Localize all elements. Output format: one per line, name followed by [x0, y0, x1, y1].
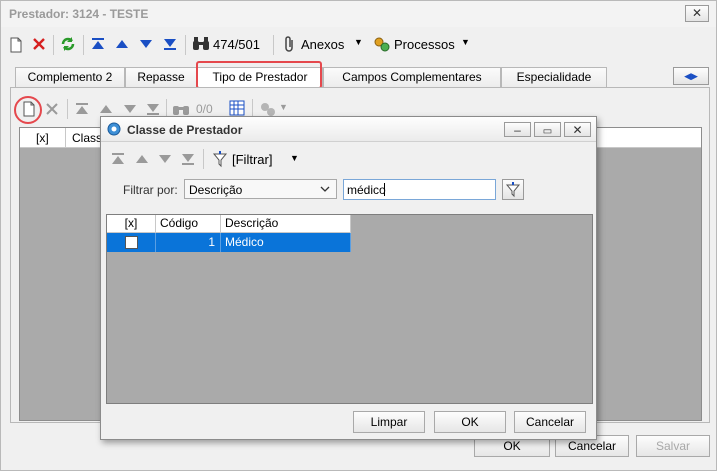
next-record-icon[interactable] [158, 153, 172, 165]
last-record-icon[interactable] [146, 102, 160, 116]
toolbar-separator [83, 35, 84, 55]
dropdown-arrow-icon: ▼ [461, 37, 470, 47]
inner-record-counter: 0/0 [196, 102, 213, 116]
first-record-icon[interactable] [75, 102, 89, 116]
row-codigo[interactable]: 1 [156, 233, 221, 252]
toolbar-separator [53, 35, 54, 55]
prev-record-icon[interactable] [115, 38, 129, 50]
last-record-icon[interactable] [181, 152, 195, 166]
filter-icon [212, 151, 228, 168]
paperclip-icon [285, 36, 293, 52]
binoculars-icon[interactable] [192, 36, 210, 52]
window-title: Prestador: 3124 - TESTE [9, 7, 149, 21]
row-checkbox-cell[interactable] [107, 233, 156, 252]
anexos-menu-button[interactable]: Anexos ▼ [281, 33, 367, 55]
prev-record-icon[interactable] [135, 153, 149, 165]
dialog-ok-button[interactable]: OK [434, 411, 506, 433]
toolbar-separator [185, 35, 186, 55]
tab-complemento-2[interactable]: Complemento 2 [15, 67, 125, 87]
close-icon: ✕ [572, 123, 583, 137]
main-titlebar: Prestador: 3124 - TESTE ✕ [1, 1, 716, 27]
filter-icon [505, 182, 521, 198]
dialog-titlebar: Classe de Prestador – ▭ ✕ [101, 117, 596, 142]
processos-label: Processos [394, 37, 455, 52]
toolbar-separator [273, 35, 274, 55]
first-record-icon[interactable] [91, 37, 105, 51]
search-input[interactable]: médico [343, 179, 496, 200]
dropdown-arrow-icon[interactable]: ▼ [279, 102, 288, 112]
anexos-label: Anexos [301, 37, 345, 52]
next-record-icon[interactable] [139, 38, 153, 50]
tab-repasse[interactable]: Repasse [125, 67, 197, 87]
tab-scroll-right-icon[interactable]: ▶ [691, 71, 698, 81]
next-record-icon[interactable] [123, 103, 137, 115]
dialog-close-button[interactable]: ✕ [564, 122, 591, 137]
filter-by-label: Filtrar por: [123, 183, 178, 197]
minimize-icon: – [514, 123, 521, 137]
delete-record-icon[interactable] [45, 102, 59, 116]
last-record-icon[interactable] [163, 37, 177, 51]
first-record-icon[interactable] [111, 152, 125, 166]
row-checkbox[interactable] [125, 236, 138, 249]
toolbar-separator [203, 149, 204, 169]
classe-prestador-dialog: Classe de Prestador – ▭ ✕ [Filtrar] ▼ Fi… [100, 116, 597, 440]
minimize-button[interactable]: – [504, 122, 531, 137]
filter-field-select[interactable]: Descrição [184, 179, 337, 199]
tab-scroll-left-icon[interactable]: ◀ [684, 71, 691, 81]
save-button[interactable]: Salvar [636, 435, 710, 457]
delete-icon[interactable] [32, 37, 46, 51]
toolbar-separator [67, 99, 68, 119]
gears-icon [374, 37, 390, 52]
dialog-toolbar: [Filtrar] ▼ [105, 147, 405, 171]
maximize-button[interactable]: ▭ [534, 122, 561, 137]
grid-header-select[interactable]: [x] [36, 131, 49, 145]
tab-highlight-annotation [196, 61, 322, 89]
binoculars-icon[interactable] [172, 101, 190, 117]
grid-header-codigo[interactable]: Código [156, 215, 221, 233]
grid-view-icon[interactable] [229, 100, 245, 116]
filter-field-value: Descrição [189, 183, 243, 197]
filter-label: [Filtrar] [232, 152, 273, 167]
dropdown-arrow-icon: ▼ [290, 153, 299, 163]
text-cursor [384, 183, 385, 196]
dialog-cancel-button[interactable]: Cancelar [514, 411, 586, 433]
app-icon [107, 122, 121, 136]
grid-header-select[interactable]: [x] [107, 215, 156, 233]
processos-menu-button[interactable]: Processos ▼ [373, 33, 473, 55]
new-doc-icon[interactable] [9, 37, 23, 53]
new-button-highlight-annotation [14, 96, 42, 124]
tab-especialidade[interactable]: Especialidade [501, 67, 607, 87]
tab-campos-complementares[interactable]: Campos Complementares [323, 67, 501, 87]
clear-button[interactable]: Limpar [353, 411, 425, 433]
main-toolbar: 474/501 Anexos ▼ Processos ▼ [5, 31, 713, 57]
apply-filter-button[interactable] [502, 179, 524, 200]
maximize-icon: ▭ [542, 126, 553, 137]
row-descricao[interactable]: Médico [221, 233, 351, 252]
record-counter: 474/501 [213, 37, 260, 52]
window-close-button[interactable]: ✕ [685, 5, 709, 22]
dropdown-arrow-icon: ▼ [354, 37, 363, 47]
column-divider [65, 128, 66, 147]
prev-record-icon[interactable] [99, 103, 113, 115]
tab-scroll-buttons[interactable]: ◀▶ [673, 67, 709, 85]
refresh-icon[interactable] [60, 35, 76, 53]
dialog-title: Classe de Prestador [127, 123, 243, 137]
gears-icon[interactable] [259, 101, 277, 117]
grid-header-descricao[interactable]: Descrição [221, 215, 351, 233]
chevron-down-icon [320, 186, 330, 192]
close-icon: ✕ [691, 6, 703, 20]
results-grid[interactable]: [x] Código Descrição 1 Médico [106, 214, 593, 404]
filter-menu-button[interactable]: [Filtrar] ▼ [210, 148, 300, 170]
search-input-value: médico [347, 183, 386, 197]
